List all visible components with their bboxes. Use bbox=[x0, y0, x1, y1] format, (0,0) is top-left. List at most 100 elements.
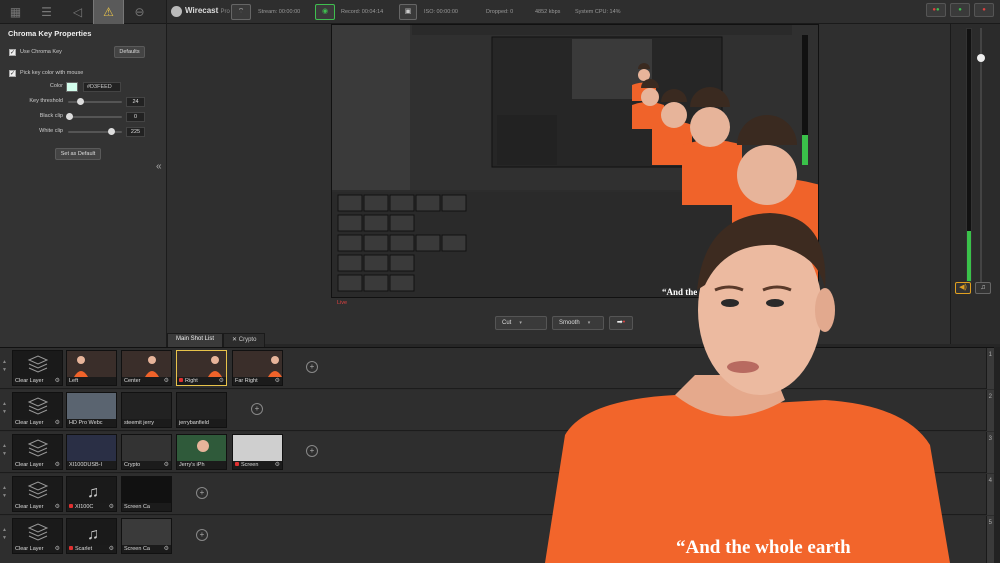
shot-jerrys-iphone[interactable]: Jerry's iPh bbox=[176, 434, 227, 470]
color-swatch[interactable] bbox=[66, 82, 78, 92]
layer-grip-icon[interactable]: ▲ ▼ bbox=[2, 400, 7, 416]
stream-toggle-icon[interactable]: ⌔ bbox=[231, 4, 251, 20]
speaker-icon[interactable]: ◀) bbox=[955, 282, 971, 294]
slider-knob[interactable] bbox=[66, 113, 73, 120]
shot-thumb bbox=[177, 351, 226, 377]
shot-clear-layer[interactable]: Clear Layer ⚙ bbox=[12, 350, 63, 386]
layout-preview-icon[interactable]: ● bbox=[974, 3, 994, 17]
shot-clear-layer[interactable]: Clear Layer ⚙ bbox=[12, 392, 63, 428]
layer-side-handle[interactable]: 3 bbox=[986, 432, 994, 473]
black-clip-row: Black clip 0 bbox=[0, 110, 167, 124]
white-clip-slider[interactable] bbox=[68, 128, 122, 135]
black-clip-value[interactable]: 0 bbox=[126, 112, 145, 122]
add-shot-button[interactable]: + bbox=[196, 529, 208, 541]
key-threshold-value[interactable]: 24 bbox=[126, 97, 145, 107]
layout-dual-icon[interactable]: ●● bbox=[926, 3, 946, 17]
shot-xi100c[interactable]: ♫ XI100C ⚙ bbox=[66, 476, 117, 512]
close-icon[interactable]: ✕ bbox=[232, 337, 239, 343]
add-shot-button[interactable]: + bbox=[196, 487, 208, 499]
clear-layer-thumb bbox=[13, 477, 62, 503]
slider-knob[interactable] bbox=[108, 128, 115, 135]
layer-grip-icon[interactable]: ▲ ▼ bbox=[2, 358, 7, 374]
music-note-icon: ♫ bbox=[87, 526, 99, 543]
add-shot-button[interactable]: + bbox=[251, 403, 263, 415]
shirt-caption: “And the whole earth bbox=[676, 537, 851, 558]
shot-screen[interactable]: Screen ⚙ bbox=[232, 434, 283, 470]
gear-icon[interactable]: ⚙ bbox=[164, 461, 169, 468]
properties-tabs: ▦ ☰ ◁ ⚠ ⊖ bbox=[0, 0, 166, 24]
layer-grip-icon[interactable]: ▲ ▼ bbox=[2, 526, 7, 542]
gear-icon[interactable]: ⚙ bbox=[55, 503, 60, 510]
color-hex-field[interactable]: #D3FEED bbox=[83, 82, 121, 92]
gear-icon[interactable]: ⚙ bbox=[164, 377, 169, 384]
gear-icon[interactable]: ⚙ bbox=[55, 377, 60, 384]
layout-live-icon[interactable]: ● bbox=[950, 3, 970, 17]
key-threshold-slider[interactable] bbox=[68, 98, 122, 105]
layer-side-handle[interactable]: 2 bbox=[986, 390, 994, 431]
pick-key-row: ✓ Pick key color with mouse bbox=[0, 67, 167, 81]
shot-right[interactable]: Right ⚙ bbox=[176, 350, 227, 386]
iso-timer: ISO: 00:00:00 bbox=[424, 9, 458, 15]
layer-number: 3 bbox=[988, 436, 992, 442]
shot-screen-capture[interactable]: Screen Ca ⚙ bbox=[121, 518, 172, 554]
collapse-panel-icon[interactable]: « bbox=[156, 161, 162, 172]
sliders-icon[interactable]: ☰ bbox=[31, 0, 62, 24]
top-toolbar: Wirecast Pro ⌔ Stream: 00:00:00 ◉ Record… bbox=[167, 0, 1000, 24]
color-row: Color #D3FEED bbox=[0, 80, 167, 94]
record-toggle-icon[interactable]: ◉ bbox=[315, 4, 335, 20]
shot-jerrybanfield[interactable]: jerrybanfield bbox=[176, 392, 227, 428]
shotlist-scrollbar[interactable] bbox=[994, 347, 1000, 563]
tab-crypto[interactable]: ✕ Crypto bbox=[223, 333, 266, 347]
shot-scarlett[interactable]: ♫ Scarlet ⚙ bbox=[66, 518, 117, 554]
tab-crypto-label: Crypto bbox=[238, 337, 257, 343]
headphones-icon[interactable]: ♫ bbox=[975, 282, 991, 294]
set-as-default-button[interactable]: Set as Default bbox=[55, 148, 101, 160]
black-clip-slider[interactable] bbox=[66, 113, 122, 120]
shot-center[interactable]: Center ⚙ bbox=[121, 350, 172, 386]
pick-key-checkbox[interactable]: ✓ bbox=[9, 70, 16, 77]
gear-icon[interactable]: ⚙ bbox=[275, 377, 280, 384]
gear-icon[interactable]: ⚙ bbox=[55, 545, 60, 552]
tab-main-shot-list[interactable]: Main Shot List bbox=[167, 333, 224, 347]
slider-knob[interactable] bbox=[77, 98, 84, 105]
shot-clear-layer[interactable]: Clear Layer ⚙ bbox=[12, 518, 63, 554]
layer-side-handle[interactable]: 5 bbox=[986, 516, 994, 563]
gear-icon[interactable]: ⚙ bbox=[55, 419, 60, 426]
layer-side-handle[interactable]: 1 bbox=[986, 348, 994, 389]
warning-icon[interactable]: ⚠ bbox=[93, 0, 124, 24]
iso-record-icon[interactable]: ▣ bbox=[399, 4, 417, 20]
layer-grip-icon[interactable]: ▲ ▼ bbox=[2, 442, 7, 458]
gear-icon[interactable]: ⚙ bbox=[219, 377, 224, 384]
gear-icon[interactable]: ⚙ bbox=[109, 503, 114, 510]
defaults-button[interactable]: Defaults bbox=[114, 46, 145, 58]
white-clip-value[interactable]: 225 bbox=[126, 127, 145, 137]
gear-icon[interactable]: ⚙ bbox=[275, 461, 280, 468]
shot-left[interactable]: Left bbox=[66, 350, 117, 386]
audio-icon[interactable]: ◁ bbox=[62, 0, 93, 24]
gear-icon[interactable]: ⚙ bbox=[164, 545, 169, 552]
add-shot-button[interactable]: + bbox=[306, 445, 318, 457]
layer-side-handle[interactable]: 4 bbox=[986, 474, 994, 515]
shot-clear-layer[interactable]: Clear Layer ⚙ bbox=[12, 434, 63, 470]
gear-icon[interactable]: ⚙ bbox=[109, 545, 114, 552]
layers-icon[interactable]: ▦ bbox=[0, 0, 31, 24]
master-volume-knob[interactable] bbox=[977, 54, 985, 62]
shot-crypto[interactable]: Crypto ⚙ bbox=[121, 434, 172, 470]
add-shot-button[interactable]: + bbox=[306, 361, 318, 373]
clear-layer-thumb bbox=[13, 393, 62, 419]
more-icon[interactable]: ⊖ bbox=[124, 0, 155, 24]
shot-screen-capture[interactable]: Screen Ca bbox=[121, 476, 172, 512]
app-title: Wirecast Pro bbox=[185, 6, 230, 15]
layer-grip-icon[interactable]: ▲ ▼ bbox=[2, 484, 7, 500]
master-volume-track[interactable] bbox=[980, 28, 982, 282]
audio-meter-left bbox=[966, 28, 972, 282]
shot-hd-pro-webcam[interactable]: HD Pro Webc bbox=[66, 392, 117, 428]
shot-xi100dusb[interactable]: XI100DUSB-I bbox=[66, 434, 117, 470]
layer-number: 1 bbox=[988, 352, 992, 358]
use-chroma-key-checkbox[interactable]: ✓ bbox=[9, 49, 16, 56]
shot-steemit-jerry[interactable]: steemit jerry bbox=[121, 392, 172, 428]
gear-icon[interactable]: ⚙ bbox=[55, 461, 60, 468]
shot-far-right[interactable]: Far Right ⚙ bbox=[232, 350, 283, 386]
shot-name: Center bbox=[124, 378, 141, 384]
shot-clear-layer[interactable]: Clear Layer ⚙ bbox=[12, 476, 63, 512]
